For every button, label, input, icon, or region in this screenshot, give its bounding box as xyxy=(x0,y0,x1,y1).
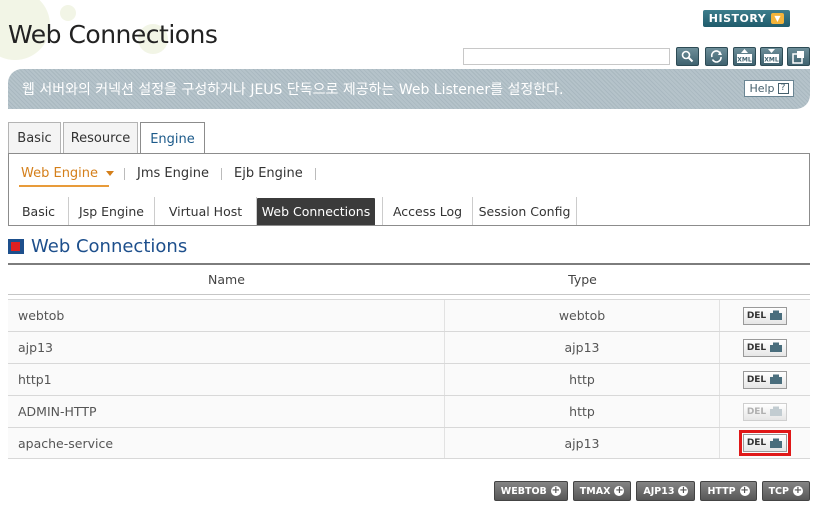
table-row: ajp13 ajp13 DEL xyxy=(8,331,810,363)
table-row: ADMIN-HTTP http DEL xyxy=(8,395,810,427)
connection-name[interactable]: http1 xyxy=(8,364,445,395)
section-header: Web Connections xyxy=(8,236,187,257)
active-engine-underline xyxy=(19,185,109,187)
column-header-type[interactable]: Type xyxy=(445,265,720,294)
column-header-name[interactable]: Name xyxy=(8,265,445,294)
trash-icon xyxy=(770,406,783,416)
web-tab-session-config[interactable]: Session Config xyxy=(473,197,577,225)
search-button[interactable] xyxy=(676,47,699,66)
delete-label: DEL xyxy=(746,374,767,385)
add-tmax-button[interactable]: TMAX + xyxy=(572,481,632,501)
tab-resource[interactable]: Resource xyxy=(63,122,138,154)
tab-engine[interactable]: Engine xyxy=(140,122,205,155)
plus-icon: + xyxy=(550,485,561,496)
web-tab-basic[interactable]: Basic xyxy=(9,197,69,225)
delete-button[interactable]: DEL xyxy=(743,338,787,357)
delete-button[interactable]: DEL xyxy=(743,370,787,389)
connection-name[interactable]: webtob xyxy=(8,300,445,331)
description-text: 웹 서버와의 커넥션 설정을 구성하거나 JEUS 단독으로 제공하는 Web … xyxy=(22,82,564,98)
web-tab-jsp-engine[interactable]: Jsp Engine xyxy=(69,197,155,225)
xml-import-button[interactable]: XML xyxy=(760,47,783,66)
trash-icon xyxy=(770,374,783,384)
table-row: apache-service ajp13 DEL xyxy=(8,427,810,459)
add-webtob-label: WEBTOB xyxy=(500,485,547,497)
refresh-icon xyxy=(710,50,722,63)
column-header-action xyxy=(720,265,810,294)
tab-spacer xyxy=(375,197,383,225)
connection-type: http xyxy=(445,364,720,395)
plus-icon: + xyxy=(614,485,625,496)
delete-button[interactable]: DEL xyxy=(743,306,787,325)
help-label: Help xyxy=(749,82,775,95)
history-button[interactable]: HISTORY ▼ xyxy=(703,10,790,27)
connections-table: Name Type webtob webtob DEL ajp13 ajp13 … xyxy=(8,263,810,459)
delete-label: DEL xyxy=(746,438,767,448)
separator xyxy=(221,167,222,180)
chevron-down-icon: ▼ xyxy=(771,13,785,24)
add-ajp13-button[interactable]: AJP13 + xyxy=(636,481,696,501)
delete-label: DEL xyxy=(746,342,767,353)
table-row: http1 http DEL xyxy=(8,363,810,395)
connection-type: webtob xyxy=(445,300,720,331)
plus-icon: + xyxy=(793,485,803,496)
trash-icon xyxy=(770,310,783,320)
engine-tab-web[interactable]: Web Engine xyxy=(21,166,115,181)
refresh-button[interactable] xyxy=(705,47,728,66)
add-connection-buttons: WEBTOB + TMAX + AJP13 + HTTP + TCP + xyxy=(493,481,810,501)
delete-button-disabled: DEL xyxy=(743,402,787,421)
add-ajp13-label: AJP13 xyxy=(643,485,675,497)
plus-icon: + xyxy=(739,485,750,496)
question-icon: ? xyxy=(777,83,789,94)
delete-button[interactable]: DEL xyxy=(739,430,791,456)
connection-type: ajp13 xyxy=(445,428,720,458)
search-input[interactable] xyxy=(463,48,670,65)
main-tabs: Basic Resource Engine xyxy=(8,122,207,155)
config-button[interactable] xyxy=(787,47,810,66)
web-tab-virtual-host[interactable]: Virtual Host xyxy=(155,197,257,225)
separator xyxy=(314,167,316,180)
xml-import-icon: XML xyxy=(764,49,779,64)
search-icon xyxy=(681,50,694,63)
engine-tab-web-label: Web Engine xyxy=(21,166,99,181)
connection-name[interactable]: ADMIN-HTTP xyxy=(8,396,445,427)
add-tmax-label: TMAX xyxy=(579,485,611,497)
svg-text:XML: XML xyxy=(737,57,752,64)
add-tcp-button[interactable]: TCP + xyxy=(761,481,810,501)
description-bar: 웹 서버와의 커넥션 설정을 구성하거나 JEUS 단독으로 제공하는 Web … xyxy=(8,69,810,109)
web-tab-access-log[interactable]: Access Log xyxy=(383,197,473,225)
section-title: Web Connections xyxy=(31,236,188,257)
add-webtob-button[interactable]: WEBTOB + xyxy=(493,481,568,501)
history-label: HISTORY xyxy=(708,12,767,25)
dropdown-arrow-icon xyxy=(106,171,115,176)
web-tabs: Basic Jsp Engine Virtual Host Web Connec… xyxy=(9,197,577,225)
xml-export-icon: XML xyxy=(737,49,752,64)
plus-icon: + xyxy=(678,485,689,496)
tab-basic[interactable]: Basic xyxy=(8,122,61,154)
connection-type: ajp13 xyxy=(445,332,720,363)
separator xyxy=(124,167,126,180)
trash-icon xyxy=(770,438,783,448)
trash-icon xyxy=(770,342,783,352)
add-http-label: HTTP xyxy=(707,485,736,497)
page-title: Web Connections xyxy=(8,20,218,49)
engine-tab-jms[interactable]: Jms Engine xyxy=(137,166,209,181)
connection-name[interactable]: ajp13 xyxy=(8,332,445,363)
delete-label: DEL xyxy=(746,406,767,417)
xml-export-button[interactable]: XML xyxy=(733,47,756,66)
web-tab-web-connections[interactable]: Web Connections xyxy=(257,198,375,225)
config-icon xyxy=(792,50,804,64)
engine-tabs: Web Engine Jms Engine Ejb Engine xyxy=(21,166,328,181)
help-button[interactable]: Help ? xyxy=(744,80,794,97)
table-row: webtob webtob DEL xyxy=(8,299,810,331)
add-http-button[interactable]: HTTP + xyxy=(700,481,757,501)
connection-name[interactable]: apache-service xyxy=(8,428,445,458)
connection-type: http xyxy=(445,396,720,427)
section-bullet-icon xyxy=(8,239,24,254)
engine-tab-ejb[interactable]: Ejb Engine xyxy=(234,166,303,181)
add-tcp-label: TCP xyxy=(768,485,789,497)
engine-panel: Web Engine Jms Engine Ejb Engine Basic J… xyxy=(8,153,810,226)
delete-label: DEL xyxy=(746,310,767,321)
svg-text:XML: XML xyxy=(764,57,779,64)
table-header: Name Type xyxy=(8,263,810,295)
